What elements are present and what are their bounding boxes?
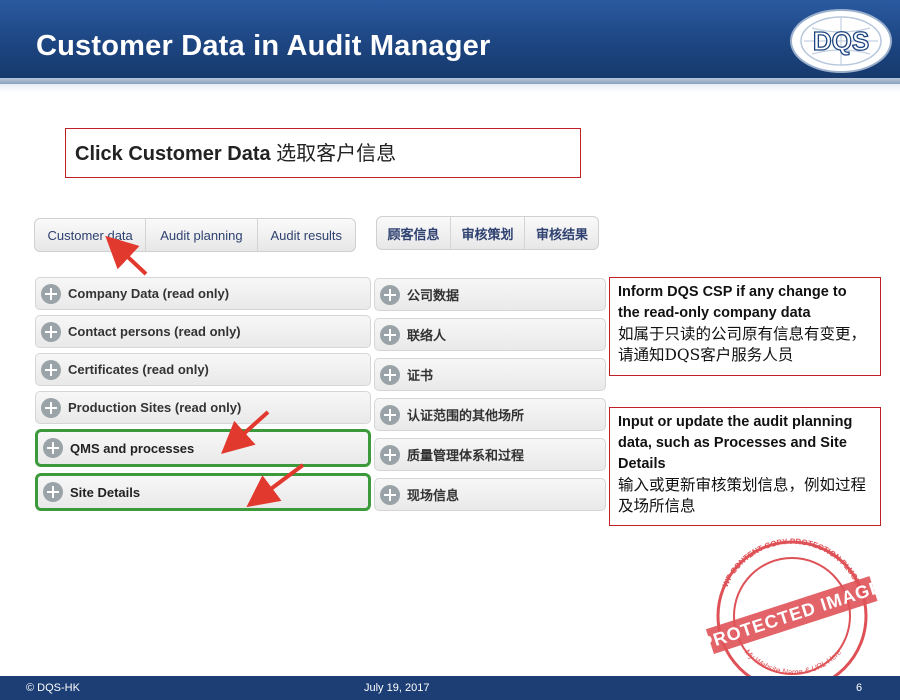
- section-site-details-cn[interactable]: 现场信息: [374, 478, 606, 511]
- svg-text:My Website Name & URL Here: My Website Name & URL Here: [743, 647, 844, 677]
- expand-icon[interactable]: [41, 359, 61, 380]
- footer-bar: © DQS-HK July 19, 2017 6: [0, 676, 900, 700]
- section-label: Company Data (read only): [68, 286, 230, 301]
- tab-audit-results-cn[interactable]: 审核结果: [525, 217, 598, 249]
- section-contact-persons[interactable]: Contact persons (read only): [35, 315, 371, 348]
- tab-audit-results[interactable]: Audit results: [258, 219, 355, 251]
- section-label: 认证范围的其他场所: [407, 408, 525, 423]
- section-label: Site Details: [70, 484, 141, 500]
- tab-bar-en: Customer data Audit planning Audit resul…: [34, 218, 356, 252]
- expand-icon[interactable]: [43, 482, 63, 502]
- instruction-text: Click Customer Data 选取客户信息: [75, 137, 396, 166]
- expand-icon[interactable]: [380, 444, 400, 465]
- section-label: Contact persons (read only): [68, 324, 241, 339]
- section-label: 质量管理体系和过程: [407, 448, 525, 463]
- planning-note-en: Input or update the audit planning data,…: [618, 414, 853, 472]
- expand-icon[interactable]: [380, 484, 400, 505]
- section-label: Production Sites (read only): [68, 400, 242, 415]
- slide-title: Customer Data in Audit Manager: [36, 30, 491, 62]
- section-label: 联络人: [407, 328, 447, 343]
- title-bar: Customer Data in Audit Manager: [0, 0, 900, 84]
- section-contact-persons-cn[interactable]: 联络人: [374, 318, 606, 351]
- footer-date: July 19, 2017: [364, 682, 430, 694]
- expand-icon[interactable]: [380, 364, 400, 385]
- tab-audit-planning-cn[interactable]: 审核策划: [451, 217, 525, 249]
- footer-page-number: 6: [856, 682, 863, 694]
- readonly-note-cn: 如属于只读的公司原有信息有变更，请通知DQS客户服务人员: [618, 325, 867, 364]
- expand-icon[interactable]: [41, 397, 61, 418]
- protected-image-stamp: WP CONTENT COPY PROTECTION PLUGIN My Web…: [700, 537, 885, 690]
- section-certificates[interactable]: Certificates (read only): [35, 353, 371, 386]
- section-label: 公司数据: [407, 288, 460, 303]
- section-other-sites-cn[interactable]: 认证范围的其他场所: [374, 398, 606, 431]
- section-qms-processes-cn[interactable]: 质量管理体系和过程: [374, 438, 606, 471]
- instruction-cn: 选取客户信息: [270, 143, 397, 165]
- section-certificates-cn[interactable]: 证书: [374, 358, 606, 391]
- logo-text: DQS: [813, 26, 869, 56]
- section-company-data[interactable]: Company Data (read only): [35, 277, 371, 310]
- expand-icon[interactable]: [41, 321, 61, 342]
- dqs-logo: DQS: [790, 9, 892, 73]
- stamp-ring-top: WP CONTENT COPY PROTECTION PLUGIN: [721, 537, 864, 589]
- planning-note: Input or update the audit planning data,…: [609, 407, 881, 526]
- expand-icon[interactable]: [380, 404, 400, 425]
- section-qms-processes[interactable]: QMS and processes: [35, 429, 371, 467]
- instruction-bold: Click Customer Data: [75, 143, 271, 165]
- expand-icon[interactable]: [380, 324, 400, 345]
- svg-text:WP CONTENT COPY PROTECTION PLU: WP CONTENT COPY PROTECTION PLUGIN: [721, 537, 864, 589]
- stamp-ring-bottom: My Website Name & URL Here: [743, 647, 844, 677]
- section-label: Certificates (read only): [68, 362, 209, 377]
- tab-customer-data[interactable]: Customer data: [35, 219, 147, 251]
- tab-customer-data-cn[interactable]: 顾客信息: [377, 217, 451, 249]
- planning-note-cn: 输入或更新审核策划信息，例如过程及场所信息: [618, 476, 867, 515]
- tab-bar-cn: 顾客信息 审核策划 审核结果: [376, 216, 599, 250]
- section-label: QMS and processes: [70, 440, 195, 456]
- footer-copyright: © DQS-HK: [26, 682, 80, 694]
- section-label: 现场信息: [407, 488, 460, 503]
- expand-icon[interactable]: [41, 283, 61, 304]
- section-production-sites[interactable]: Production Sites (read only): [35, 391, 371, 424]
- section-label: 证书: [407, 368, 434, 383]
- instruction-callout: Click Customer Data 选取客户信息: [65, 128, 581, 178]
- readonly-note-en: Inform DQS CSP if any change to the read…: [618, 284, 847, 321]
- divider: [0, 84, 900, 92]
- section-site-details[interactable]: Site Details: [35, 473, 371, 511]
- section-company-data-cn[interactable]: 公司数据: [374, 278, 606, 311]
- expand-icon[interactable]: [380, 284, 400, 305]
- tab-audit-planning[interactable]: Audit planning: [146, 219, 258, 251]
- expand-icon[interactable]: [43, 438, 63, 458]
- readonly-note: Inform DQS CSP if any change to the read…: [609, 277, 881, 376]
